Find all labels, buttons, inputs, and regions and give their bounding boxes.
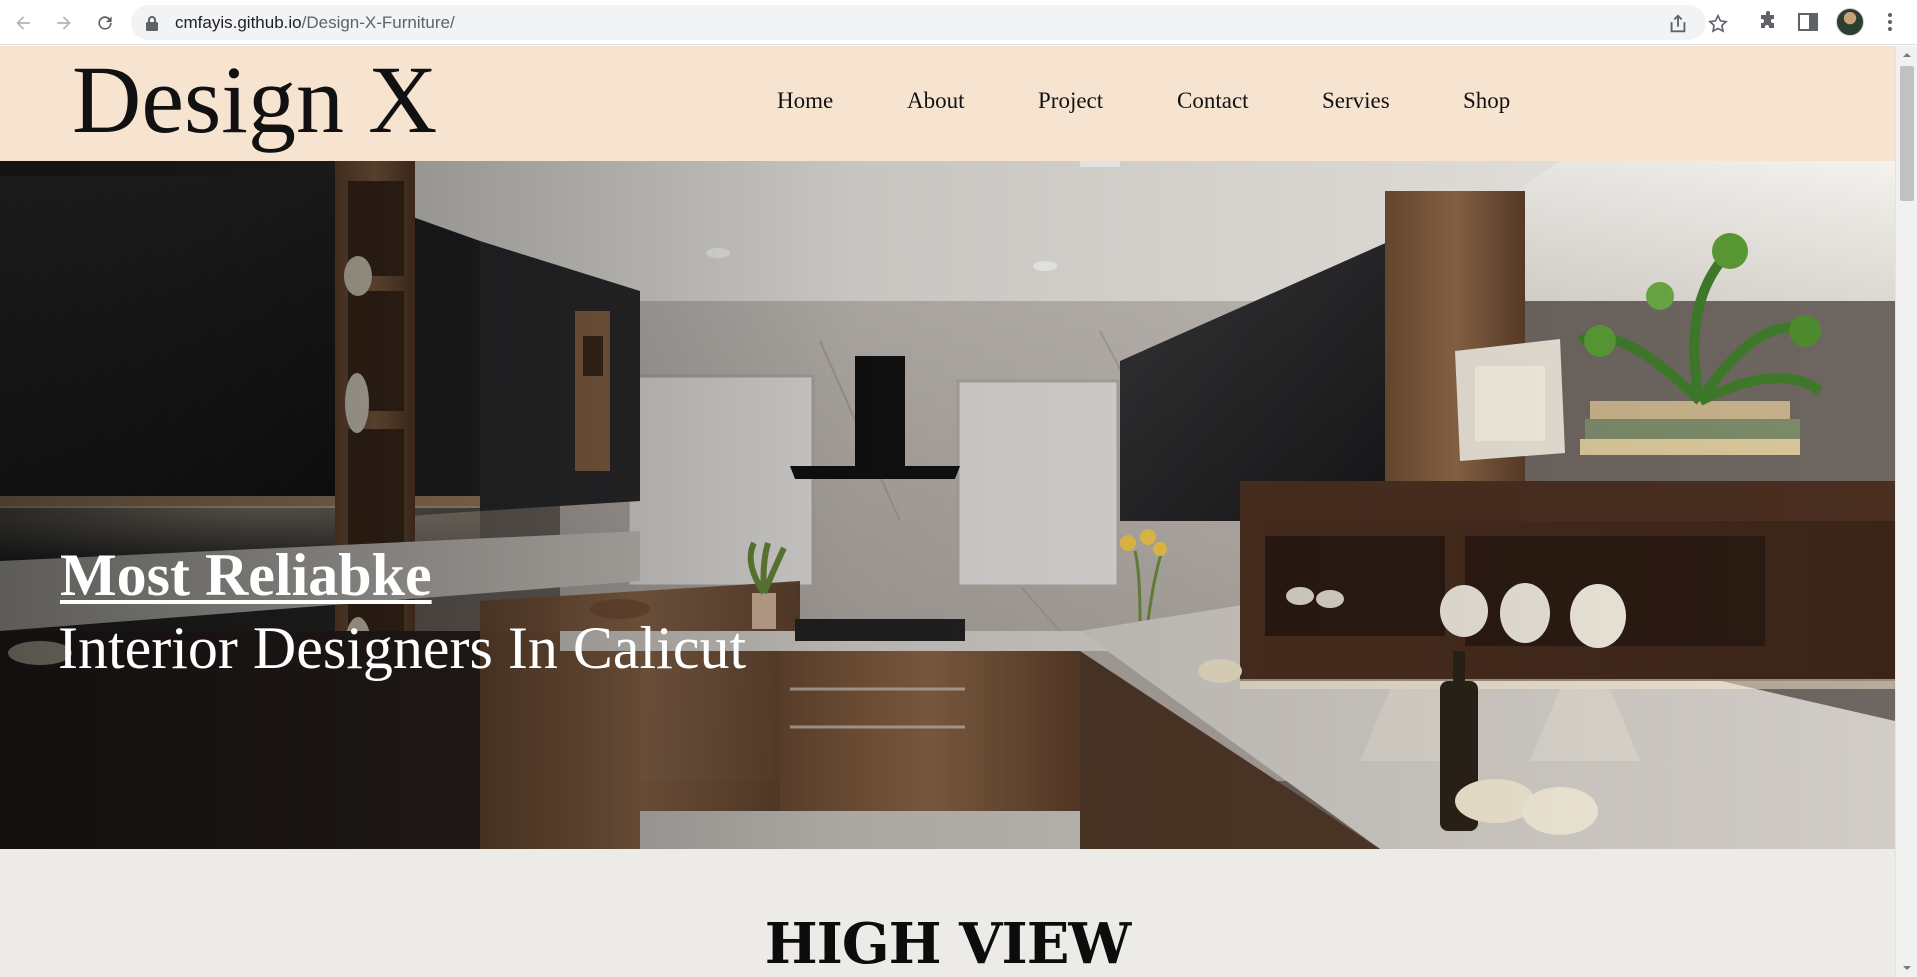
forward-button[interactable]: [49, 8, 79, 38]
scroll-down-arrow-icon[interactable]: [1902, 963, 1912, 973]
side-panel-icon[interactable]: [1796, 10, 1820, 34]
lock-icon: [146, 16, 158, 31]
reload-icon: [98, 16, 112, 30]
address-bar[interactable]: cmfayis.github.io/Design-X-Furniture/: [131, 5, 1728, 40]
nav-about[interactable]: About: [907, 88, 965, 114]
hero-title: Most Reliabke: [60, 542, 432, 608]
nav-home[interactable]: Home: [777, 88, 833, 114]
hero-banner: Most Reliabke Interior Designers In Cali…: [0, 161, 1895, 849]
nav-shop[interactable]: Shop: [1463, 88, 1510, 114]
browser-toolbar: cmfayis.github.io/Design-X-Furniture/: [0, 0, 1917, 45]
nav-contact[interactable]: Contact: [1177, 88, 1249, 114]
kebab-menu-icon[interactable]: [1878, 10, 1902, 34]
site-logo[interactable]: Design X: [72, 52, 437, 148]
url-text: cmfayis.github.io/Design-X-Furniture/: [175, 13, 455, 33]
scrollbar-thumb[interactable]: [1900, 66, 1914, 201]
section-title: HIGH VIEW: [764, 911, 1132, 977]
site-header: Design X Home About Project Contact Serv…: [0, 46, 1895, 161]
url-path: /Design-X-Furniture/: [301, 13, 455, 32]
back-button[interactable]: [8, 8, 38, 38]
share-icon[interactable]: [1667, 13, 1689, 35]
page-scrollbar[interactable]: [1895, 46, 1917, 977]
scroll-up-arrow-icon[interactable]: [1902, 50, 1912, 60]
reload-button[interactable]: [90, 8, 120, 38]
bookmark-star-icon[interactable]: [1707, 13, 1729, 35]
high-view-section: HIGH VIEW: [0, 849, 1895, 977]
back-arrow-icon: [16, 16, 30, 30]
nav-services[interactable]: Servies: [1322, 88, 1390, 114]
kitchen-hero-image: [0, 161, 1895, 849]
url-host: cmfayis.github.io: [175, 13, 302, 32]
extensions-puzzle-icon[interactable]: [1756, 10, 1780, 34]
page-viewport: Design X Home About Project Contact Serv…: [0, 46, 1917, 977]
forward-arrow-icon: [57, 16, 71, 30]
nav-project[interactable]: Project: [1038, 88, 1103, 114]
hero-subtitle: Interior Designers In Calicut: [58, 615, 747, 681]
profile-avatar[interactable]: [1836, 8, 1864, 36]
